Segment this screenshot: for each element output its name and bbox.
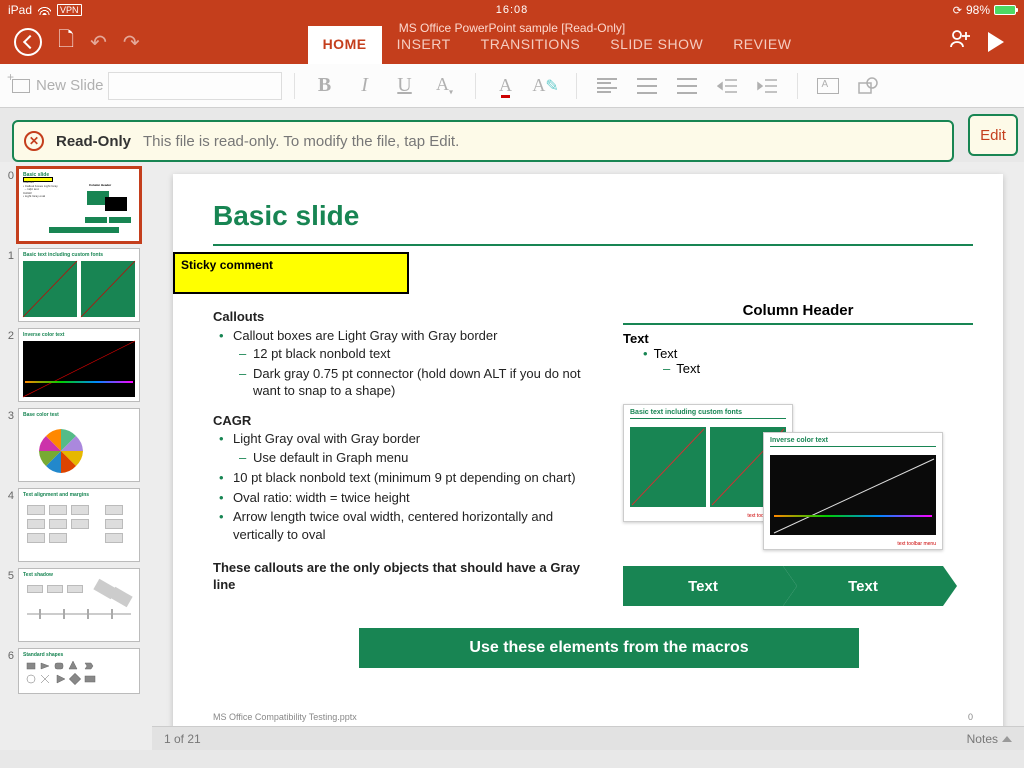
textbox-icon [817, 78, 839, 94]
new-slide-button[interactable]: New Slide [12, 77, 104, 94]
device-label: iPad [8, 3, 32, 17]
new-slide-icon [12, 79, 30, 93]
read-only-banner: ✕ Read-Only This file is read-only. To m… [12, 120, 954, 162]
italic-button[interactable]: I [347, 71, 383, 101]
vpn-badge: VPN [57, 4, 82, 16]
chevron-up-icon [1002, 736, 1012, 742]
thumbnail-5[interactable]: Text shadow [18, 568, 140, 642]
slide-footer: MS Office Compatibility Testing.pptx 0 [213, 712, 973, 722]
underline-button[interactable]: U [387, 71, 423, 101]
chevron-2: Text [783, 566, 943, 606]
textbox-button[interactable] [810, 71, 846, 101]
share-button[interactable] [948, 27, 972, 57]
thumbnail-1[interactable]: Basic text including custom fonts [18, 248, 140, 322]
tab-review[interactable]: REVIEW [718, 26, 806, 64]
increase-indent-button[interactable] [749, 71, 785, 101]
decrease-indent-button[interactable] [709, 71, 745, 101]
slide-counter: 1 of 21 [164, 732, 201, 746]
dismiss-banner-button[interactable]: ✕ [24, 131, 44, 151]
undo-button[interactable]: ↶ [90, 30, 107, 55]
tab-home[interactable]: HOME [308, 26, 382, 64]
status-bar: 1 of 21 Notes [152, 726, 1024, 750]
slide-title: Basic slide [173, 174, 1003, 240]
chevron-1: Text [623, 566, 783, 606]
font-size-button[interactable]: A▾ [427, 71, 463, 101]
highlight-button[interactable]: A✎ [528, 71, 564, 101]
embedded-thumb-2: Inverse color text text toolbar menu [763, 432, 943, 550]
workspace: 0 Basic slide Callouts• Callout boxes Li… [0, 162, 1024, 750]
bold-button[interactable]: B [307, 71, 343, 101]
shapes-button[interactable] [850, 71, 886, 101]
numbering-button[interactable] [669, 71, 705, 101]
notes-toggle[interactable]: Notes [967, 732, 1012, 746]
tab-insert[interactable]: INSERT [382, 26, 466, 64]
rotation-lock-icon: ⟳ [953, 4, 962, 17]
align-button[interactable] [589, 71, 625, 101]
ribbon-tabs: HOME INSERT TRANSITIONS SLIDE SHOW REVIE… [200, 20, 914, 64]
wifi-icon [38, 5, 51, 15]
slide-body-left: Callouts Callout boxes are Light Gray wi… [213, 298, 603, 594]
green-banner: Use these elements from the macros [359, 628, 859, 668]
edit-button[interactable]: Edit [968, 114, 1018, 156]
shapes-icon [857, 76, 879, 96]
thumbnail-6[interactable]: Standard shapes [18, 648, 140, 694]
back-button[interactable] [14, 28, 42, 56]
font-selector[interactable] [108, 72, 282, 100]
thumbnail-0[interactable]: Basic slide Callouts• Callout boxes Ligh… [18, 168, 140, 242]
slide-canvas-area[interactable]: Basic slide Sticky comment Callouts Call… [152, 162, 1024, 750]
slide-canvas[interactable]: Basic slide Sticky comment Callouts Call… [173, 174, 1003, 730]
battery-percent: 98% [966, 3, 990, 17]
clock: 16:08 [344, 4, 680, 16]
tab-transitions[interactable]: TRANSITIONS [466, 26, 596, 64]
slide-thumbnails-panel[interactable]: 0 Basic slide Callouts• Callout boxes Li… [0, 162, 152, 750]
ios-status-bar: iPad VPN 16:08 ⟳ 98% [0, 0, 1024, 20]
play-slideshow-button[interactable] [988, 32, 1004, 52]
thumbnail-4[interactable]: Text alignment and margins [18, 488, 140, 562]
chevron-row: Text Text [623, 566, 943, 606]
home-ribbon: New Slide B I U A▾ A A✎ [0, 64, 1024, 108]
read-only-title: Read-Only [56, 133, 131, 150]
column-header: Column Header [623, 302, 973, 323]
thumbnail-2[interactable]: Inverse color text [18, 328, 140, 402]
thumbnail-3[interactable]: Base color test [18, 408, 140, 482]
battery-icon [994, 5, 1016, 15]
app-bar: 🗋 ↶ ↷ HOME INSERT TRANSITIONS SLIDE SHOW… [0, 20, 1024, 64]
font-color-button[interactable]: A [488, 71, 524, 101]
slide-body-right: Column Header Text Text Text [623, 302, 973, 376]
redo-button[interactable]: ↷ [123, 30, 140, 55]
tab-slideshow[interactable]: SLIDE SHOW [595, 26, 718, 64]
bullets-button[interactable] [629, 71, 665, 101]
file-menu-icon[interactable]: 🗋 [58, 25, 74, 59]
read-only-message: This file is read-only. To modify the fi… [143, 133, 459, 150]
embedded-thumbnails: Basic text including custom fonts text t… [623, 404, 983, 554]
sticky-comment[interactable]: Sticky comment [173, 252, 409, 294]
